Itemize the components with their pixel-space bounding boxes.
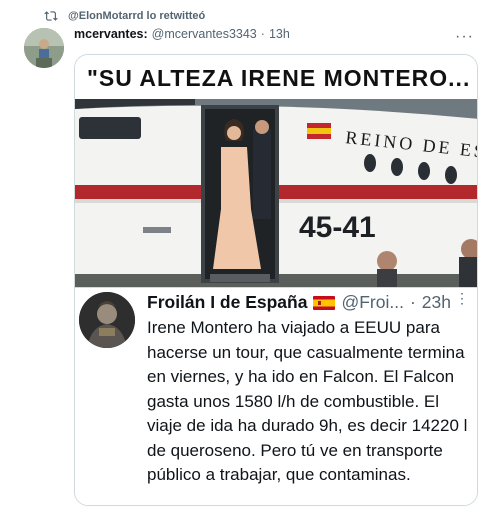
- quoted-header: Froilán I de España @Froi... · 23h: [147, 292, 451, 313]
- plane-number: 45-41: [299, 211, 376, 244]
- quoted-avatar[interactable]: [79, 292, 135, 348]
- avatar[interactable]: [24, 28, 64, 68]
- author-handle[interactable]: @mcervantes3343: [152, 27, 257, 41]
- meme-title: "SU ALTEZA IRENE MONTERO...: [87, 65, 471, 91]
- retweet-label[interactable]: @ElonMotarrd lo retwitteó: [68, 10, 205, 22]
- media-card[interactable]: "SU ALTEZA IRENE MONTERO... REINO DE ES: [74, 54, 478, 506]
- tweet-header: mcervantes: @mcervantes3343 · 13h: [74, 27, 290, 41]
- quoted-author-name[interactable]: Froilán I de España: [147, 292, 307, 313]
- airplane-photo: REINO DE ES 45-41: [75, 99, 477, 287]
- header-separator: ·: [260, 27, 265, 41]
- author-name[interactable]: mcervantes:: [74, 27, 148, 41]
- retweet-context: @ElonMotarrd lo retwitteó: [44, 6, 205, 26]
- quoted-timestamp[interactable]: 23h: [422, 292, 451, 313]
- meme-image[interactable]: "SU ALTEZA IRENE MONTERO... REINO DE ES: [75, 55, 477, 287]
- quoted-separator: ·: [409, 292, 416, 312]
- retweet-icon: [44, 11, 58, 21]
- quoted-tweet[interactable]: Froilán I de España @Froi... · 23h ⋮ Ire…: [75, 287, 477, 505]
- spain-flag-icon: [313, 295, 336, 310]
- more-vertical-icon[interactable]: ⋮: [455, 290, 469, 307]
- more-dots-icon[interactable]: ···: [455, 28, 474, 46]
- quoted-body-text: Irene Montero ha viajado a EEUU para hac…: [147, 318, 468, 484]
- tweet-timestamp[interactable]: 13h: [269, 27, 290, 41]
- quoted-author-handle[interactable]: @Froi...: [341, 292, 404, 313]
